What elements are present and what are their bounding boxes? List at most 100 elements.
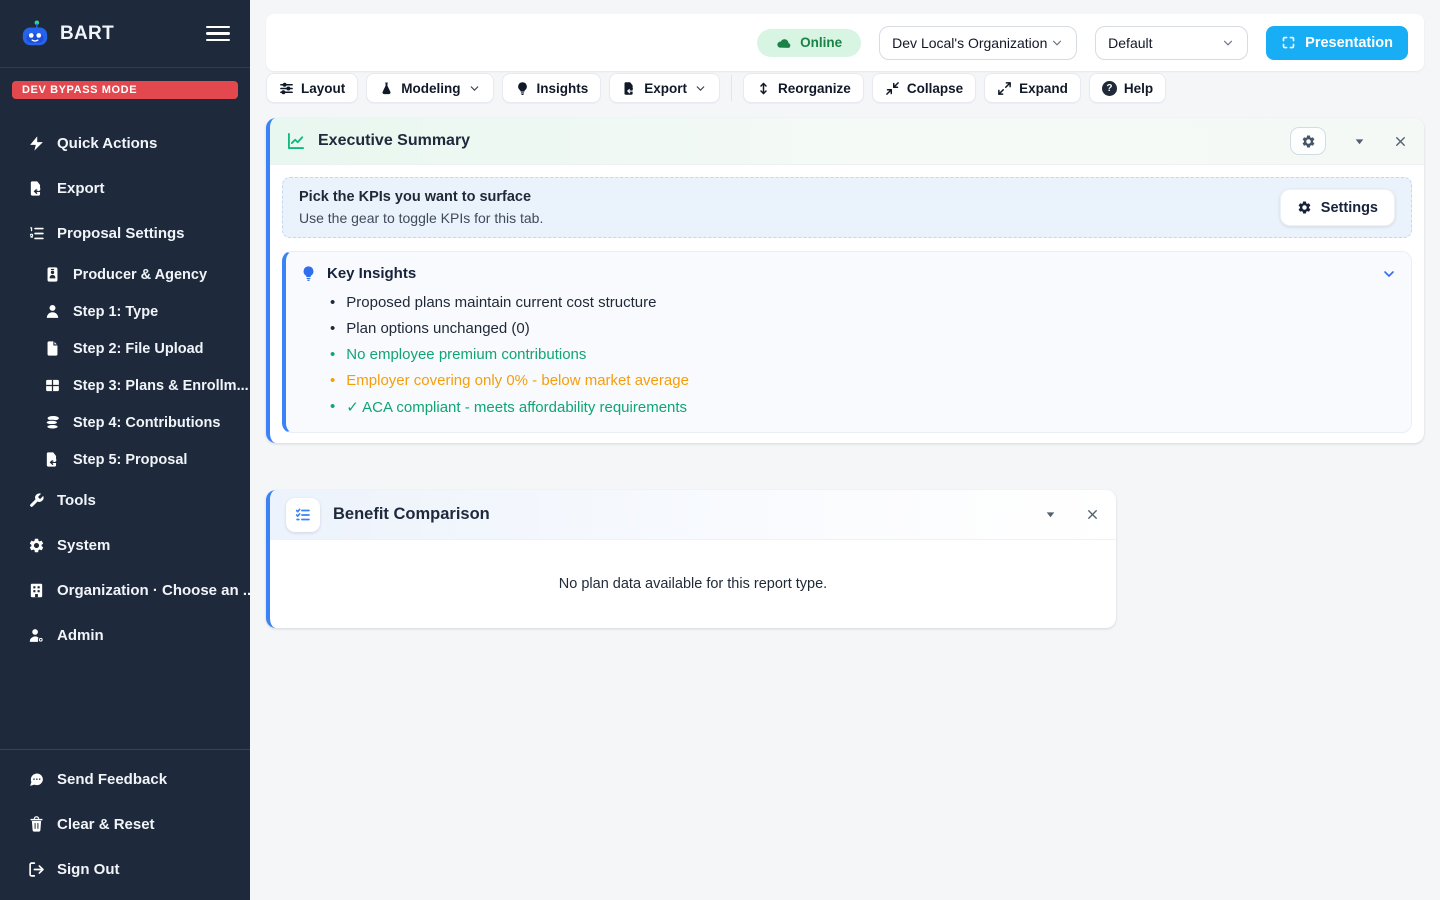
sidebar-item-label: Sign Out <box>57 861 120 878</box>
help-button-label: Help <box>1124 81 1153 96</box>
sidebar-item-label: Proposal Settings <box>57 225 185 242</box>
organization-select[interactable]: Dev Local's Organization <box>879 26 1077 60</box>
user-gear-icon <box>28 627 45 644</box>
insights-button-label: Insights <box>537 81 589 96</box>
insight-item: Employer covering only 0% - below market… <box>330 367 1395 393</box>
chat-bubble-icon <box>28 771 45 788</box>
lightbulb-icon <box>300 265 317 282</box>
sidebar-item-system[interactable]: System <box>0 523 250 568</box>
key-insights-box: Key Insights Proposed plans maintain cur… <box>282 251 1412 433</box>
chevron-down-icon <box>1050 36 1064 50</box>
view-select[interactable]: Default <box>1095 26 1248 60</box>
kpi-banner-subtitle: Use the gear to toggle KPIs for this tab… <box>299 210 543 226</box>
key-insights-title: Key Insights <box>327 265 416 282</box>
sidebar-item-tools[interactable]: Tools <box>0 478 250 523</box>
insight-item: Plan options unchanged (0) <box>330 315 1395 341</box>
fullscreen-icon <box>1281 35 1296 50</box>
expand-button[interactable]: Expand <box>984 73 1081 103</box>
panel-title: Executive Summary <box>318 132 1278 150</box>
sidebar-item-quick-actions[interactable]: Quick Actions <box>0 121 250 166</box>
trash-icon <box>28 816 45 833</box>
sidebar-header: BART <box>0 0 250 68</box>
sidebar-item-admin[interactable]: Admin <box>0 613 250 658</box>
modeling-button[interactable]: Modeling <box>366 73 493 103</box>
sidebar-item-step1-type[interactable]: Step 1: Type <box>0 293 250 330</box>
wrench-icon <box>28 492 45 509</box>
sidebar-item-sign-out[interactable]: Sign Out <box>0 847 250 892</box>
panel-collapse-icon[interactable] <box>1044 508 1057 521</box>
kpi-banner-title: Pick the KPIs you want to surface <box>299 189 543 205</box>
toolbar-divider <box>731 75 732 101</box>
arrows-up-down-icon <box>756 81 771 96</box>
settings-button[interactable]: Settings <box>1280 189 1395 226</box>
flask-icon <box>379 81 394 96</box>
help-icon: ? <box>1102 81 1117 96</box>
settings-button-label: Settings <box>1321 200 1378 216</box>
gear-icon <box>1297 200 1312 215</box>
sidebar-item-label: Organization · Choose an ... <box>57 582 250 599</box>
chevron-down-icon[interactable] <box>1381 266 1397 282</box>
sidebar-item-step3-plans-enrollment[interactable]: Step 3: Plans & Enrollm... <box>0 367 250 404</box>
export-button[interactable]: Export <box>609 73 720 103</box>
executive-summary-body: Pick the KPIs you want to surface Use th… <box>270 165 1424 443</box>
panel-title: Benefit Comparison <box>333 505 1016 524</box>
sidebar-item-label: Step 1: Type <box>73 304 158 320</box>
top-bar: Online Dev Local's Organization Default … <box>266 14 1424 71</box>
sidebar-item-label: Admin <box>57 627 104 644</box>
sidebar-item-send-feedback[interactable]: Send Feedback <box>0 757 250 802</box>
kpi-banner-text: Pick the KPIs you want to surface Use th… <box>299 189 543 226</box>
main-content: Online Dev Local's Organization Default … <box>250 0 1440 900</box>
sidebar-item-proposal-settings[interactable]: Proposal Settings <box>0 211 250 256</box>
chevron-down-icon <box>1221 36 1235 50</box>
kpi-banner: Pick the KPIs you want to surface Use th… <box>282 177 1412 238</box>
table-icon <box>44 377 61 394</box>
sidebar-item-label: Step 3: Plans & Enrollm... <box>73 378 249 394</box>
file-export-icon <box>622 81 637 96</box>
lightbulb-icon <box>515 81 530 96</box>
sidebar-item-label: Producer & Agency <box>73 267 207 283</box>
sign-out-icon <box>28 861 45 878</box>
sidebar-item-label: Step 4: Contributions <box>73 415 220 431</box>
sidebar-item-step5-proposal[interactable]: Step 5: Proposal <box>0 441 250 478</box>
sidebar-item-step2-file-upload[interactable]: Step 2: File Upload <box>0 330 250 367</box>
panel-close-icon[interactable] <box>1393 134 1408 149</box>
chevron-down-icon <box>694 82 707 95</box>
robot-logo-icon <box>20 19 50 49</box>
insight-item: ✓ ACA compliant - meets affordability re… <box>330 393 1395 420</box>
panel-close-icon[interactable] <box>1085 507 1100 522</box>
gear-icon <box>28 537 45 554</box>
collapse-button[interactable]: Collapse <box>872 73 976 103</box>
dev-bypass-badge: DEV BYPASS MODE <box>12 81 238 99</box>
expand-arrows-icon <box>997 81 1012 96</box>
sidebar-item-label: Step 2: File Upload <box>73 341 204 357</box>
sidebar-item-label: Export <box>57 180 105 197</box>
export-button-label: Export <box>644 81 687 96</box>
checklist-icon-badge <box>286 498 320 532</box>
sidebar-item-step4-contributions[interactable]: Step 4: Contributions <box>0 404 250 441</box>
benefit-comparison-header: Benefit Comparison <box>270 490 1116 540</box>
reorganize-button[interactable]: Reorganize <box>743 73 864 103</box>
online-status-badge: Online <box>757 29 861 57</box>
executive-summary-header: Executive Summary <box>270 118 1424 165</box>
sidebar-item-clear-reset[interactable]: Clear & Reset <box>0 802 250 847</box>
layout-button-label: Layout <box>301 81 345 96</box>
list-ordered-icon <box>28 225 45 242</box>
insights-button[interactable]: Insights <box>502 73 602 103</box>
hamburger-menu-icon[interactable] <box>206 18 230 50</box>
presentation-button[interactable]: Presentation <box>1266 26 1408 60</box>
file-icon <box>44 340 61 357</box>
sidebar-item-label: System <box>57 537 110 554</box>
layout-button[interactable]: Layout <box>266 73 358 103</box>
brand-name: BART <box>60 23 114 45</box>
building-icon <box>28 582 45 599</box>
sidebar-item-export[interactable]: Export <box>0 166 250 211</box>
sidebar-item-label: Quick Actions <box>57 135 157 152</box>
sidebar-item-organization[interactable]: Organization · Choose an ... <box>0 568 250 613</box>
help-button[interactable]: ? Help <box>1089 73 1166 103</box>
toolbar: Layout Modeling Insights Export Reorgani… <box>266 73 1424 103</box>
sidebar-item-producer-agency[interactable]: Producer & Agency <box>0 256 250 293</box>
panel-gear-button[interactable] <box>1290 127 1326 155</box>
file-export-icon <box>44 451 61 468</box>
coins-icon <box>44 414 61 431</box>
panel-collapse-icon[interactable] <box>1353 135 1366 148</box>
